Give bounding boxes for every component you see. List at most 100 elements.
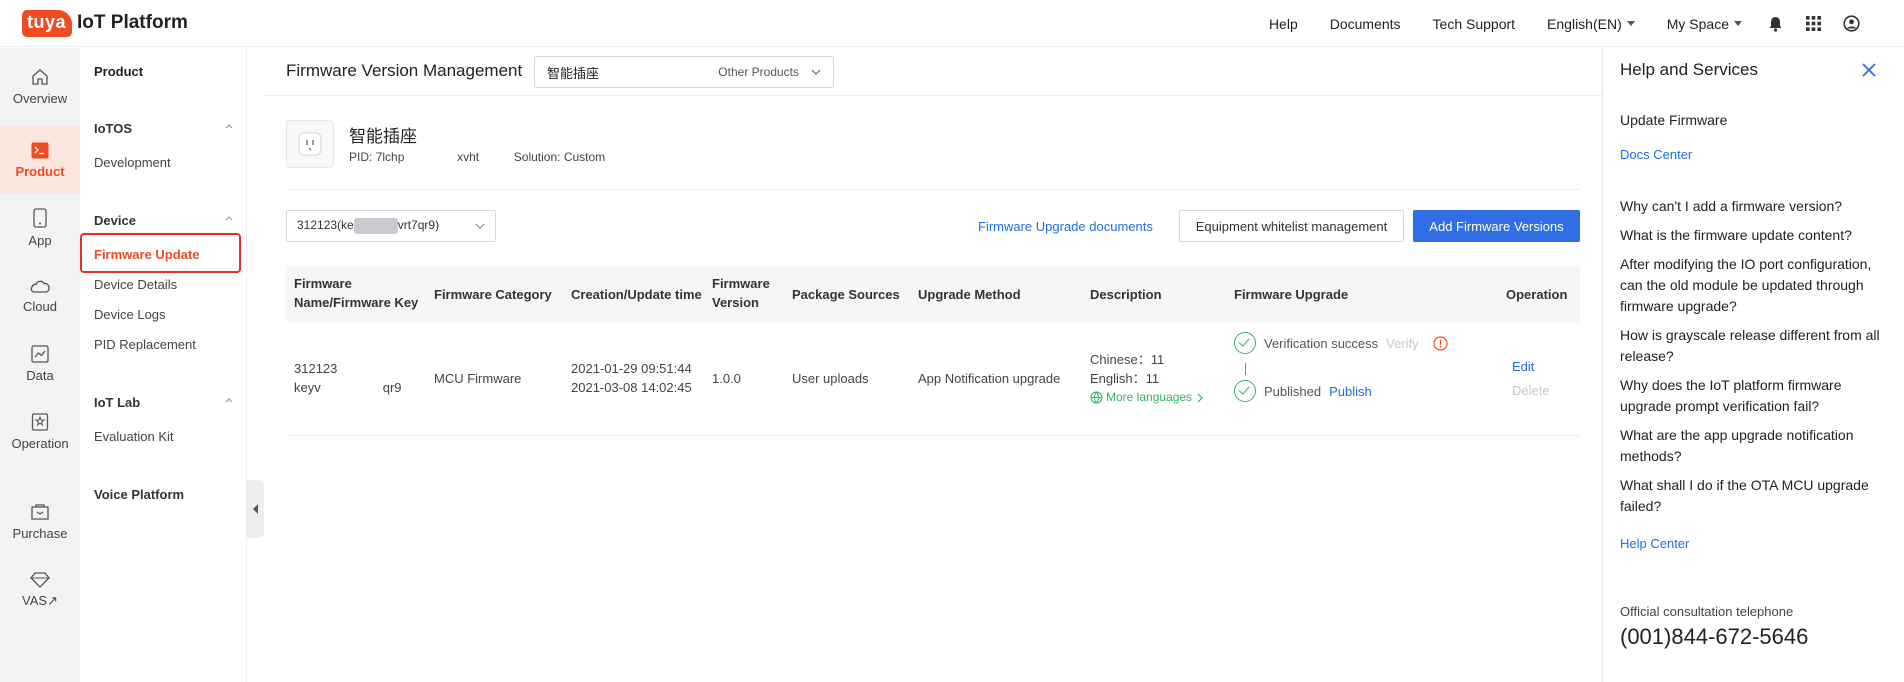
chevron-up-icon [225, 398, 233, 403]
chevron-down-icon [811, 69, 821, 75]
more-languages-link[interactable]: More languages [1090, 388, 1204, 407]
warning-icon[interactable] [1433, 335, 1448, 351]
edit-link[interactable]: Edit [1512, 357, 1534, 376]
help-link[interactable]: Help [1269, 16, 1298, 32]
cell-sources: User uploads [792, 371, 869, 386]
language-dropdown[interactable]: English(EN) [1547, 16, 1635, 32]
step-connector [1245, 363, 1246, 375]
cell-firmware-upgrade: Verification success Verify Published Pu… [1234, 332, 1494, 422]
tech-support-link[interactable]: Tech Support [1433, 16, 1516, 32]
group-iot-lab[interactable]: IoT Lab [94, 395, 234, 410]
my-space-dropdown[interactable]: My Space [1667, 16, 1742, 32]
desc-english: English：11 [1090, 371, 1160, 386]
rail-item-operation[interactable]: Operation [0, 398, 80, 466]
other-products-label: Other Products [718, 65, 799, 79]
firmware-select-value: 312123(ke vrt7qr9) [297, 218, 475, 234]
firmware-select[interactable]: 312123(ke vrt7qr9) [286, 210, 496, 242]
docs-center-link[interactable]: Docs Center [1620, 147, 1692, 162]
rail-label: Purchase [12, 526, 68, 541]
add-firmware-button[interactable]: Add Firmware Versions [1413, 210, 1580, 242]
rail-label: VAS↗ [22, 592, 58, 608]
main-content: Firmware Version Management 智能插座 Other P… [264, 48, 1602, 682]
apps-grid-icon[interactable] [1804, 15, 1822, 33]
desc-chinese: Chinese：11 [1090, 352, 1165, 367]
help-question[interactable]: How is grayscale release different from … [1620, 325, 1890, 367]
group-device[interactable]: Device [94, 213, 234, 228]
rail-item-product[interactable]: Product [0, 126, 80, 194]
help-question[interactable]: After modifying the IO port configuratio… [1620, 254, 1890, 317]
rail-item-overview[interactable]: Overview [0, 48, 80, 126]
socket-icon [286, 120, 334, 168]
help-panel-title: Help and Services [1620, 60, 1758, 79]
rail-item-vas[interactable]: VAS↗ [0, 556, 80, 624]
firmware-key-suffix: qr9 [382, 380, 402, 395]
rail-item-data[interactable]: Data [0, 330, 80, 398]
phone-number: (001)844-672-5646 [1620, 624, 1809, 649]
phone-label: Official consultation telephone [1620, 604, 1794, 619]
cell-time: 2021-01-29 09:51:44 2021-03-08 14:02:45 [571, 359, 692, 397]
check-circle-icon [1234, 380, 1256, 402]
firmware-select-prefix: 312123(ke [297, 218, 354, 233]
th-line: Firmware [294, 276, 352, 291]
cloud-icon [30, 280, 50, 293]
user-avatar-icon[interactable] [1842, 15, 1860, 33]
help-question[interactable]: Why does the IoT platform firmware upgra… [1620, 375, 1890, 417]
th-sources: Package Sources [792, 286, 900, 302]
firmware-docs-link[interactable]: Firmware Upgrade documents [978, 219, 1153, 234]
help-question[interactable]: What are the app upgrade notification me… [1620, 425, 1890, 467]
th-line: Firmware [712, 276, 770, 291]
top-bar: tuya IoT Platform Help Documents Tech Su… [0, 0, 1904, 47]
rail-label: Operation [11, 436, 69, 451]
created-time: 2021-01-29 09:51:44 [571, 361, 692, 376]
cell-firmware-name: 312123 keyv qr9 [294, 359, 402, 397]
rail-item-purchase[interactable]: Purchase [0, 488, 80, 556]
help-center-link[interactable]: Help Center [1620, 536, 1689, 551]
submenu-title: Product [94, 64, 144, 79]
documents-link[interactable]: Documents [1330, 16, 1401, 32]
publish-action[interactable]: Publish [1329, 382, 1372, 401]
table-row: 312123 keyv qr9 MCU Firmware 2021-01-29 0… [286, 322, 1580, 436]
tuya-logo-badge: tuya [22, 9, 73, 37]
divider [286, 189, 1580, 190]
product-icon [31, 142, 49, 158]
updated-time: 2021-03-08 14:02:45 [571, 380, 692, 395]
chevron-left-icon [252, 504, 258, 514]
rail-label: Data [26, 368, 54, 383]
sidebar-item-device-details[interactable]: Device Details [94, 277, 177, 292]
logo[interactable]: tuya IoT Platform [22, 9, 188, 37]
delete-link[interactable]: Delete [1512, 381, 1550, 400]
caret-down-icon [1626, 21, 1635, 26]
rail-item-cloud[interactable]: Cloud [0, 262, 80, 330]
verify-step: Verification success Verify [1234, 332, 1448, 354]
th-description: Description [1090, 286, 1162, 302]
collapse-sidebar-button[interactable] [247, 480, 264, 538]
chevron-up-icon [225, 216, 233, 221]
sidebar-item-pid-replacement[interactable]: PID Replacement [94, 337, 196, 352]
help-question[interactable]: What is the firmware update content? [1620, 225, 1890, 246]
help-question[interactable]: Why can't I add a firmware version? [1620, 196, 1890, 217]
group-iotos[interactable]: IoTOS [94, 121, 234, 136]
bell-icon[interactable] [1766, 15, 1784, 33]
help-update-firmware[interactable]: Update Firmware [1620, 110, 1890, 131]
rail-item-app[interactable]: App [0, 194, 80, 262]
sidebar-item-device-logs[interactable]: Device Logs [94, 307, 166, 322]
selection-highlight [80, 233, 241, 273]
th-line: Name/Firmware Key [294, 295, 419, 310]
solution-value: Custom [563, 150, 606, 164]
sidebar-item-evaluation-kit[interactable]: Evaluation Kit [94, 429, 174, 444]
rail-label: Product [15, 163, 65, 179]
th-line: Version [712, 295, 759, 310]
rail-label: App [28, 233, 52, 248]
operation-icon [31, 413, 49, 431]
home-icon [32, 69, 48, 85]
product-select[interactable]: 智能插座 Other Products [534, 56, 834, 88]
help-panel: Help and Services Update Firmware Docs C… [1602, 48, 1904, 682]
help-question[interactable]: What shall I do if the OTA MCU upgrade f… [1620, 475, 1890, 517]
solution-label: Solution: [513, 150, 561, 164]
rail-label: Overview [12, 91, 68, 106]
sidebar-item-development[interactable]: Development [94, 155, 171, 170]
verify-action[interactable]: Verify [1386, 334, 1419, 353]
whitelist-management-button[interactable]: Equipment whitelist management [1179, 210, 1404, 242]
close-icon[interactable] [1859, 60, 1879, 80]
sidebar-item-voice-platform[interactable]: Voice Platform [94, 487, 234, 502]
